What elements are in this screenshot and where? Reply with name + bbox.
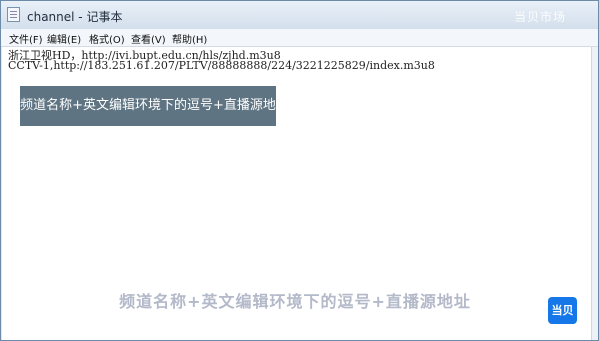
notepad-icon	[7, 7, 20, 22]
menu-file[interactable]: 文件(F)	[9, 31, 43, 46]
annotation-callout: 频道名称+英文编辑环境下的逗号+直播源地址	[20, 86, 276, 153]
menu-bar: 文件(F) 编辑(E) 格式(O) 查看(V) 帮助(H)	[1, 29, 598, 47]
subtitle-caption: 频道名称+英文编辑环境下的逗号+直播源地址	[119, 292, 471, 311]
dangbei-logo: 当贝	[548, 297, 577, 324]
menu-help[interactable]: 帮助(H)	[172, 31, 207, 46]
menu-view[interactable]: 查看(V)	[131, 31, 166, 46]
title-bar[interactable]: channel - 记事本 当贝市场	[1, 1, 598, 29]
window-title: channel - 记事本	[27, 10, 123, 24]
watermark-text: 当贝市场	[513, 10, 566, 24]
menu-edit[interactable]: 编辑(E)	[47, 31, 81, 46]
editor-line-2: CCTV-1,http://183.251.61.207/PLTV/888888…	[8, 59, 435, 72]
vertical-scrollbar[interactable]	[591, 47, 598, 340]
menu-format[interactable]: 格式(O)	[89, 31, 125, 46]
